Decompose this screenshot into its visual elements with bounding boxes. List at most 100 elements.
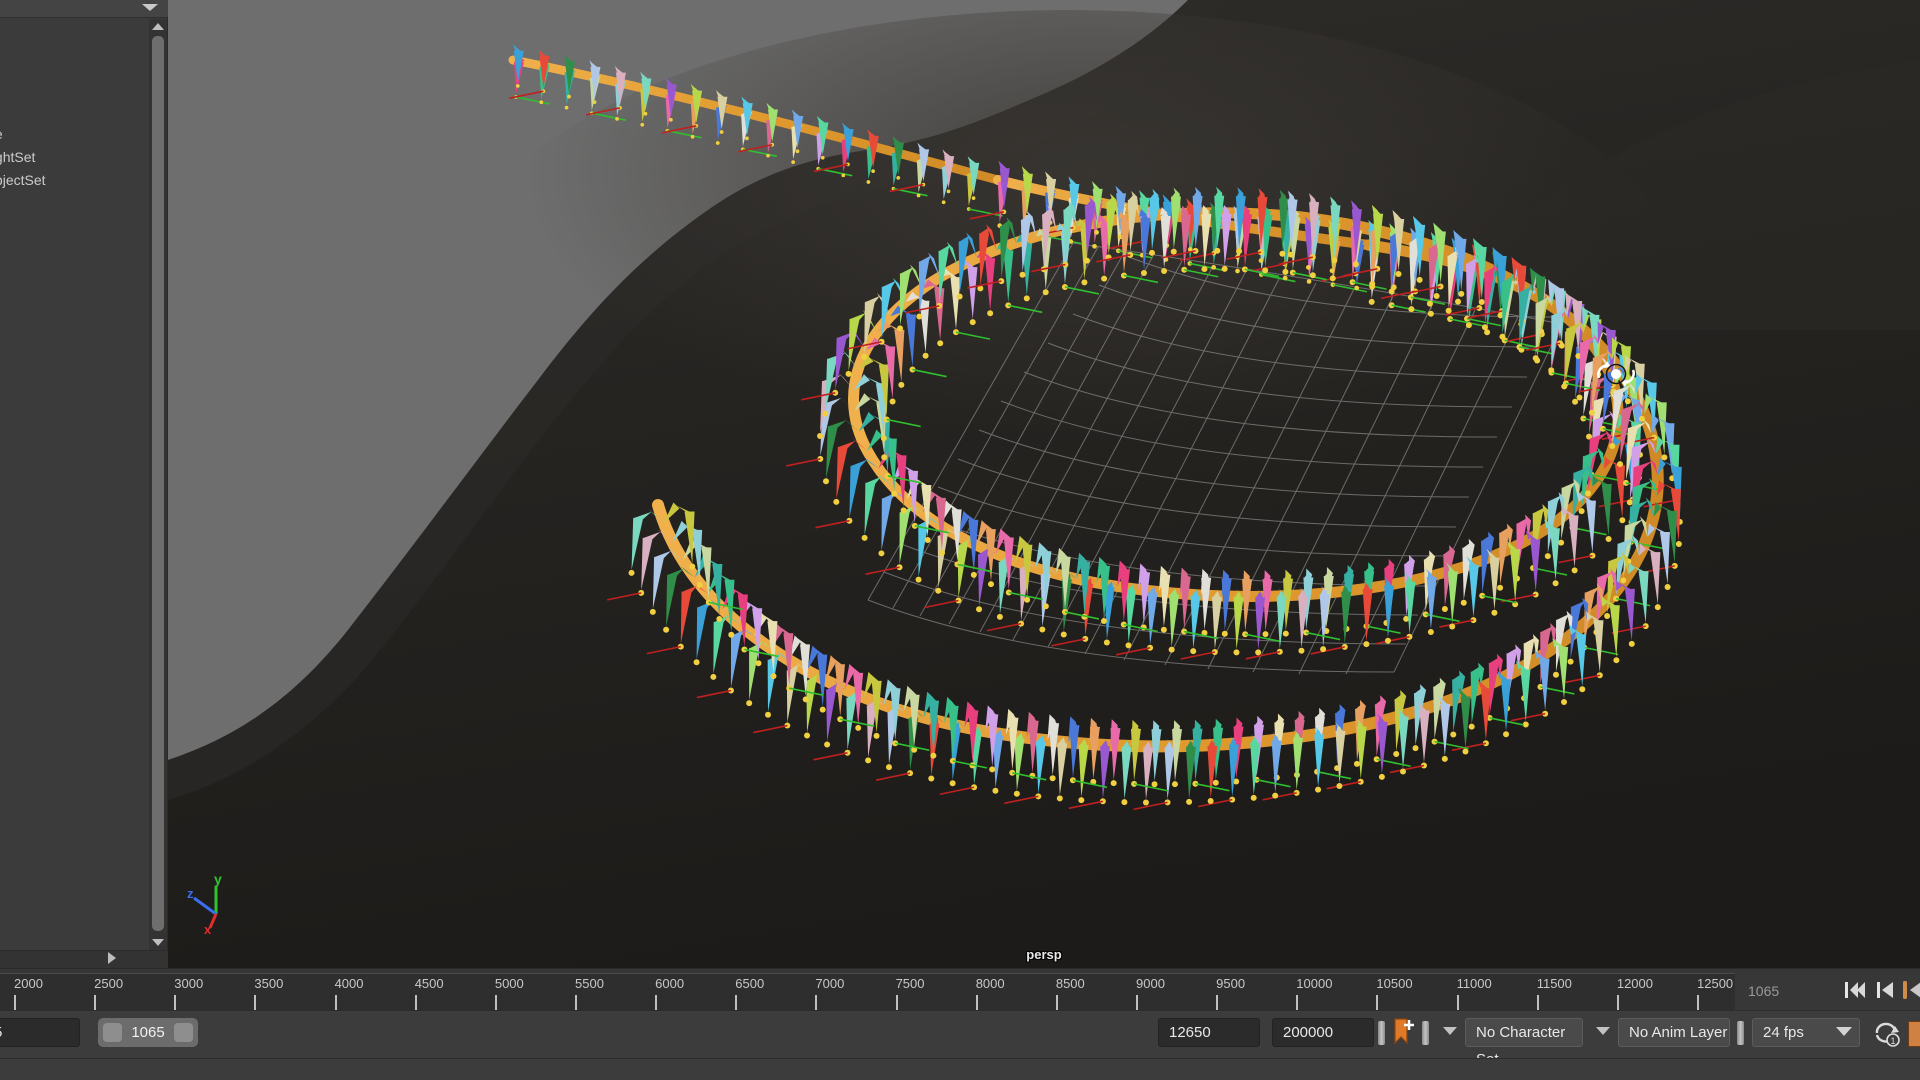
- ik-handle-marker[interactable]: [802, 696, 809, 703]
- rig-joint-segment[interactable]: [825, 655, 837, 681]
- character-set-chevron-icon[interactable]: [1443, 1027, 1457, 1035]
- rig-joint-segment[interactable]: [1233, 597, 1244, 650]
- ik-handle-marker[interactable]: [1468, 723, 1475, 730]
- rig-joint-segment[interactable]: [641, 537, 653, 590]
- ik-handle-marker[interactable]: [1024, 596, 1031, 603]
- rig-joint-segment[interactable]: [1499, 532, 1510, 585]
- rig-joint-segment[interactable]: [1164, 747, 1175, 800]
- ik-handle-marker[interactable]: [1548, 367, 1555, 374]
- ik-handle-marker[interactable]: [866, 180, 871, 184]
- rig-joint-segment[interactable]: [1250, 742, 1261, 795]
- ik-handle-marker[interactable]: [935, 587, 942, 594]
- ik-handle-marker[interactable]: [996, 613, 1003, 620]
- ik-handle-marker[interactable]: [1368, 298, 1375, 305]
- rig-joint-segment[interactable]: [1100, 746, 1111, 799]
- rig-joint-segment[interactable]: [1500, 679, 1511, 732]
- rig-joint-segment[interactable]: [1377, 721, 1388, 774]
- ik-handle-marker[interactable]: [1190, 648, 1197, 655]
- ik-handle-marker[interactable]: [1626, 499, 1633, 506]
- rig-joint-segment[interactable]: [937, 535, 948, 588]
- rig-joint-segment[interactable]: [967, 267, 978, 320]
- ik-handle-marker[interactable]: [922, 352, 929, 359]
- ik-handle-marker[interactable]: [1023, 295, 1030, 302]
- rig-joint-segment[interactable]: [977, 554, 988, 607]
- ik-handle-marker[interactable]: [689, 563, 696, 570]
- previous-key-icon[interactable]: [1899, 977, 1920, 1003]
- ik-handle-marker[interactable]: [938, 549, 945, 556]
- rig-joint-segment[interactable]: [767, 659, 778, 712]
- ik-handle-marker[interactable]: [1664, 584, 1671, 591]
- ik-handle-marker[interactable]: [1282, 268, 1289, 275]
- rig-joint-segment[interactable]: [1585, 500, 1596, 553]
- outliner-item-default-object-set[interactable]: defaultObjectSet: [0, 170, 150, 190]
- rig-joint-segment[interactable]: [1201, 214, 1212, 267]
- outliner-horizontal-scrollbar[interactable]: [0, 950, 168, 968]
- rig-joint-segment[interactable]: [1078, 745, 1089, 798]
- ik-handle-marker[interactable]: [804, 732, 811, 739]
- animation-end-field[interactable]: 200000: [1272, 1018, 1374, 1047]
- ik-handle-marker[interactable]: [1408, 306, 1415, 313]
- rig-joint-segment[interactable]: [1212, 596, 1223, 649]
- ik-handle-marker[interactable]: [855, 724, 862, 731]
- ik-handle-marker[interactable]: [1039, 626, 1046, 633]
- ik-handle-marker[interactable]: [897, 325, 904, 332]
- rig-joint-segment[interactable]: [672, 520, 688, 542]
- ik-handle-marker[interactable]: [1609, 442, 1616, 449]
- rig-joint-segment[interactable]: [1510, 549, 1521, 602]
- ik-handle-marker[interactable]: [795, 149, 800, 154]
- rig-joint-segment[interactable]: [1003, 250, 1014, 303]
- range-divider-handle-right[interactable]: [1422, 1021, 1429, 1045]
- ik-handle-marker[interactable]: [1272, 792, 1279, 799]
- rig-joint-segment[interactable]: [1489, 557, 1500, 610]
- ik-handle-marker[interactable]: [1081, 279, 1088, 286]
- ik-handle-marker[interactable]: [1042, 603, 1049, 610]
- ik-handle-marker[interactable]: [976, 606, 983, 613]
- ik-handle-marker[interactable]: [1393, 750, 1400, 757]
- ik-handle-marker[interactable]: [1100, 617, 1107, 624]
- ik-handle-marker[interactable]: [1465, 322, 1472, 329]
- rig-joint-segment[interactable]: [835, 337, 847, 390]
- rig-joint-segment[interactable]: [899, 512, 910, 565]
- rig-joint-segment[interactable]: [1292, 737, 1303, 790]
- rig-joint-segment[interactable]: [680, 591, 692, 644]
- ik-handle-marker[interactable]: [916, 313, 923, 320]
- ik-handle-marker[interactable]: [1049, 775, 1056, 782]
- ik-handle-marker[interactable]: [1427, 310, 1434, 317]
- ik-handle-marker[interactable]: [1558, 539, 1565, 546]
- ik-handle-marker[interactable]: [989, 766, 996, 773]
- rig-joint-segment[interactable]: [1480, 688, 1491, 741]
- ik-handle-marker[interactable]: [628, 569, 635, 576]
- ik-handle-marker[interactable]: [1426, 300, 1433, 307]
- rig-joint-segment[interactable]: [1624, 588, 1635, 641]
- ik-handle-marker[interactable]: [1604, 612, 1611, 619]
- rig-joint-segment[interactable]: [749, 648, 760, 701]
- ik-handle-marker[interactable]: [690, 134, 695, 139]
- ik-handle-marker[interactable]: [915, 576, 922, 583]
- ik-handle-marker[interactable]: [1168, 646, 1175, 653]
- playback-loop-icon[interactable]: 1: [1872, 1021, 1902, 1047]
- ik-handle-marker[interactable]: [878, 550, 885, 557]
- ik-handle-marker[interactable]: [1522, 721, 1529, 728]
- ik-handle-marker[interactable]: [941, 200, 946, 205]
- ik-handle-marker[interactable]: [1279, 250, 1286, 257]
- ik-handle-marker[interactable]: [1654, 604, 1661, 611]
- ik-handle-marker[interactable]: [1315, 786, 1322, 793]
- rig-joint-segment[interactable]: [826, 689, 837, 742]
- rig-joint-segment[interactable]: [1089, 726, 1100, 779]
- ik-handle-marker[interactable]: [1378, 773, 1385, 780]
- rig-joint-segment[interactable]: [1615, 465, 1626, 518]
- ik-handle-marker[interactable]: [643, 111, 648, 116]
- time-slider[interactable]: 2000 2500 3000 3500 4000 4500 5000 5500 6000 6500…: [0, 968, 1920, 1012]
- range-grip-right[interactable]: [174, 1023, 193, 1042]
- step-back-icon[interactable]: [1872, 977, 1898, 1003]
- ik-handle-marker[interactable]: [1571, 567, 1578, 574]
- ik-handle-marker[interactable]: [1103, 639, 1110, 646]
- ik-handle-marker[interactable]: [823, 478, 830, 485]
- ik-handle-marker[interactable]: [1161, 268, 1168, 275]
- rig-joint-segment[interactable]: [1480, 540, 1491, 593]
- ik-handle-marker[interactable]: [1661, 454, 1668, 461]
- ik-handle-marker[interactable]: [937, 340, 944, 347]
- ik-handle-marker[interactable]: [1617, 461, 1624, 468]
- ik-handle-marker[interactable]: [1399, 768, 1406, 775]
- ik-handle-marker[interactable]: [824, 741, 831, 748]
